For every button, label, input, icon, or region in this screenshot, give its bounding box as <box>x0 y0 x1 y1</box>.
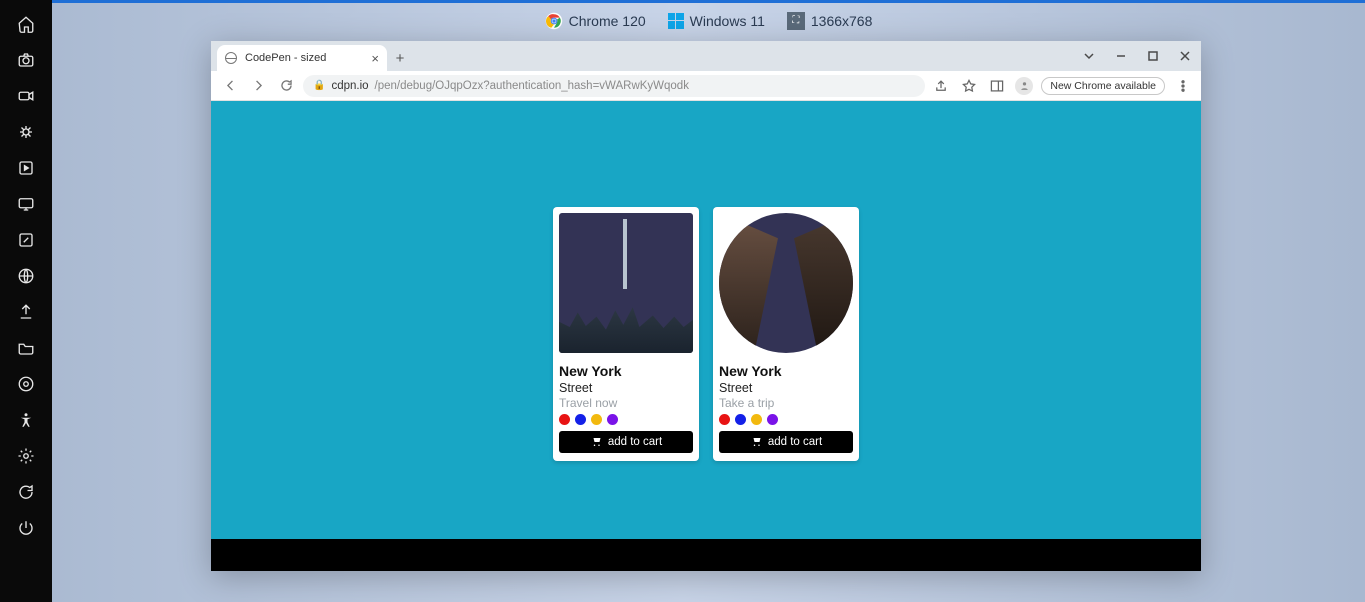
tab-strip: CodePen - sized × + <box>211 41 1201 71</box>
new-chrome-button[interactable]: New Chrome available <box>1041 77 1165 95</box>
profile-avatar-icon[interactable] <box>1015 77 1033 95</box>
bug-icon[interactable] <box>8 118 44 146</box>
url-path: /pen/debug/OJqpOzx?authentication_hash=v… <box>375 80 689 92</box>
side-panel-icon[interactable] <box>987 76 1007 96</box>
tab-close-icon[interactable]: × <box>371 51 379 66</box>
browser-chip: Chrome 120 <box>545 12 646 30</box>
browser-window: CodePen - sized × + 🔒 cdpn.io/pen/debug/… <box>211 41 1201 571</box>
card-subtitle: Street <box>559 381 693 395</box>
settings-icon[interactable] <box>8 442 44 470</box>
upload-icon[interactable] <box>8 298 44 326</box>
color-swatch[interactable] <box>751 414 762 425</box>
card-tagline: Travel now <box>559 396 693 410</box>
card-row: New YorkStreetTravel nowadd to cartNew Y… <box>211 101 1201 539</box>
browser-label: Chrome 120 <box>569 13 646 29</box>
color-swatch[interactable] <box>591 414 602 425</box>
accessibility-icon[interactable] <box>8 406 44 434</box>
add-to-cart-button[interactable]: add to cart <box>559 431 693 453</box>
chrome-devtools-icon[interactable] <box>8 370 44 398</box>
color-swatches <box>559 414 693 425</box>
color-swatch[interactable] <box>767 414 778 425</box>
reload-button[interactable] <box>275 75 297 97</box>
product-card: New York StreetTravel now add to cart <box>553 207 699 461</box>
card-image <box>719 213 853 353</box>
globe-favicon-icon <box>225 52 237 64</box>
close-window-button[interactable] <box>1169 41 1201 71</box>
play-square-icon[interactable] <box>8 154 44 182</box>
bookmark-star-icon[interactable] <box>959 76 979 96</box>
os-label: Windows 11 <box>690 13 765 29</box>
url-field[interactable]: 🔒 cdpn.io/pen/debug/OJqpOzx?authenticati… <box>303 75 925 97</box>
card-title: New York <box>559 363 693 379</box>
color-swatches <box>719 414 853 425</box>
camera-icon[interactable] <box>8 46 44 74</box>
card-title: New York <box>719 363 853 379</box>
color-swatch[interactable] <box>607 414 618 425</box>
tab-search-icon[interactable] <box>1073 41 1105 71</box>
cta-label: add to cart <box>608 436 662 448</box>
share-icon[interactable] <box>931 76 951 96</box>
page-viewport: New YorkStreetTravel nowadd to cartNew Y… <box>211 101 1201 571</box>
address-bar: 🔒 cdpn.io/pen/debug/OJqpOzx?authenticati… <box>211 71 1201 101</box>
kebab-menu-icon[interactable] <box>1173 76 1193 96</box>
card-subtitle: Street <box>719 381 853 395</box>
new-tab-button[interactable]: + <box>387 45 413 71</box>
folder-icon[interactable] <box>8 334 44 362</box>
tab-title: CodePen - sized <box>245 52 326 64</box>
lock-icon: 🔒 <box>313 80 325 91</box>
cta-label: add to cart <box>768 436 822 448</box>
url-domain: cdpn.io <box>331 80 368 92</box>
video-icon[interactable] <box>8 82 44 110</box>
tool-rail <box>0 0 52 602</box>
window-controls <box>1073 41 1201 71</box>
windows-icon <box>668 13 684 29</box>
minimize-button[interactable] <box>1105 41 1137 71</box>
add-to-cart-button[interactable]: add to cart <box>719 431 853 453</box>
active-tab[interactable]: CodePen - sized × <box>217 45 387 71</box>
back-button[interactable] <box>219 75 241 97</box>
resolution-icon: ⛶ <box>787 12 805 30</box>
card-tagline: Take a trip <box>719 396 853 410</box>
color-swatch[interactable] <box>719 414 730 425</box>
os-chip: Windows 11 <box>668 13 765 29</box>
product-card: New York StreetTake a trip add to cart <box>713 207 859 461</box>
color-swatch[interactable] <box>575 414 586 425</box>
forward-button[interactable] <box>247 75 269 97</box>
resolution-chip: ⛶ 1366x768 <box>787 12 873 30</box>
toolbar-right: New Chrome available <box>931 76 1193 96</box>
env-topbar: Chrome 120 Windows 11 ⛶ 1366x768 <box>52 0 1365 38</box>
color-swatch[interactable] <box>735 414 746 425</box>
maximize-button[interactable] <box>1137 41 1169 71</box>
refresh-icon[interactable] <box>8 478 44 506</box>
page-footer <box>211 539 1201 571</box>
card-image <box>559 213 693 353</box>
monitor-icon[interactable] <box>8 190 44 218</box>
resolution-label: 1366x768 <box>811 13 873 29</box>
home-icon[interactable] <box>8 10 44 38</box>
chrome-icon <box>545 12 563 30</box>
edit-square-icon[interactable] <box>8 226 44 254</box>
globe-icon[interactable] <box>8 262 44 290</box>
power-icon[interactable] <box>8 514 44 542</box>
color-swatch[interactable] <box>559 414 570 425</box>
